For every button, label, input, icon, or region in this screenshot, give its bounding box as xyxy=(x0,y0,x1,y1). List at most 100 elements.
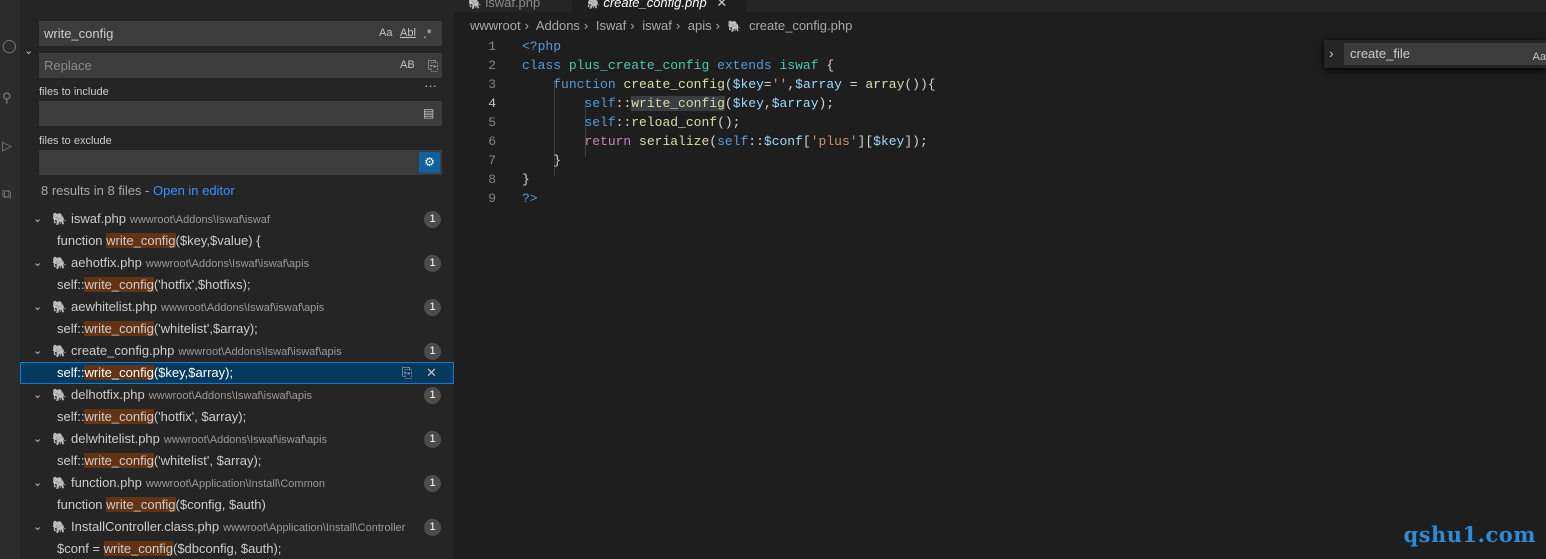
match-case-icon[interactable]: Aa xyxy=(1533,46,1546,68)
result-file-name: function.php wwwroot\Application\Install\… xyxy=(71,472,325,495)
result-file-row[interactable]: ⌄ 🐘 InstallController.class.php wwwroot\App… xyxy=(20,516,454,538)
tab-iswaf[interactable]: 🐘 iswaf.php xyxy=(468,0,540,12)
chevron-right-icon: › xyxy=(524,18,529,33)
source-control-icon[interactable]: ◯ xyxy=(2,38,18,54)
chevron-down-icon[interactable]: ⌄ xyxy=(33,296,42,318)
result-file-row[interactable]: ⌄ 🐘 delwhitelist.php wwwroot\Addons\Iswaf\i… xyxy=(20,428,454,450)
result-match-row[interactable]: self::write_config('hotfix', $array); xyxy=(20,406,454,428)
breadcrumb-item[interactable]: create_config.php xyxy=(749,18,852,33)
php-icon: 🐘 xyxy=(586,0,600,10)
chevron-down-icon[interactable]: ⌄ xyxy=(33,340,42,362)
php-icon: 🐘 xyxy=(52,476,67,490)
regex-icon[interactable]: .* xyxy=(423,21,432,46)
search-input[interactable]: write_config Aa Abl .* xyxy=(39,21,442,46)
match-text: self::write_config('hotfix',$hotfixs); xyxy=(57,274,251,296)
tab-bar: 🐘 iswaf.php 🐘 create_config.php ✕ xyxy=(454,0,1546,12)
file-path: wwwroot\Application\Install\Common xyxy=(145,478,325,490)
line-number: 3 xyxy=(488,77,496,92)
file-name: create_config.php xyxy=(71,343,175,358)
file-path: wwwroot\Addons\Iswaf\iswaf\apis xyxy=(161,302,325,314)
open-editors-only-icon[interactable]: ▤ xyxy=(423,101,434,126)
match-highlight: write_config xyxy=(103,541,173,556)
result-count-badge: 1 xyxy=(424,387,441,404)
debug-icon[interactable]: ⚲ xyxy=(2,90,18,106)
match-highlight: write_config xyxy=(84,453,154,468)
result-file-row[interactable]: ⌄ 🐘 aewhitelist.php wwwroot\Addons\Iswaf\is… xyxy=(20,296,454,318)
match-prefix: function xyxy=(57,497,107,512)
file-name: delhotfix.php xyxy=(71,387,145,402)
match-prefix: function xyxy=(57,233,107,248)
activity-bar: ◯ ⚲ ▷ ⧉ xyxy=(0,0,20,559)
php-icon: 🐘 xyxy=(52,520,67,534)
chevron-right-icon[interactable]: › xyxy=(1329,45,1334,61)
replace-icon[interactable]: ⎘ xyxy=(402,362,412,384)
open-in-editor-link[interactable]: Open in editor xyxy=(153,183,235,198)
result-file-row[interactable]: ⌄ 🐘 aehotfix.php wwwroot\Addons\Iswaf\iswaf… xyxy=(20,252,454,274)
breadcrumb-item[interactable]: iswaf xyxy=(642,18,672,33)
replace-placeholder: Replace xyxy=(44,58,92,73)
match-prefix: self:: xyxy=(57,409,85,424)
result-match-row[interactable]: self::write_config('whitelist', $array); xyxy=(20,450,454,472)
replace-all-icon[interactable]: ⎘ xyxy=(428,58,438,74)
chevron-down-icon[interactable]: ⌄ xyxy=(33,472,42,494)
toggle-replace-chevron-icon[interactable]: ⌄ xyxy=(24,44,33,57)
match-suffix: ($config, $auth) xyxy=(175,497,266,512)
match-case-icon[interactable]: Aa xyxy=(379,21,392,46)
result-match-row[interactable]: self::write_config('whitelist',$array); xyxy=(20,318,454,340)
result-count-badge: 1 xyxy=(424,299,441,316)
files-to-exclude-input[interactable]: ⚙ xyxy=(39,150,442,175)
result-match-row[interactable]: $conf = write_config($dbconfig, $auth); xyxy=(20,538,454,559)
find-input[interactable]: create_file Aa xyxy=(1344,43,1546,65)
file-name: aewhitelist.php xyxy=(71,299,157,314)
php-icon: 🐘 xyxy=(52,388,67,402)
search-sidebar: ⌄ write_config Aa Abl .* Replace AB ⎘ fi… xyxy=(20,0,454,559)
close-tab-icon[interactable]: ✕ xyxy=(716,0,727,10)
chevron-down-icon[interactable]: ⌄ xyxy=(33,208,42,230)
chevron-down-icon[interactable]: ⌄ xyxy=(33,252,42,274)
find-input-text: create_file xyxy=(1350,46,1410,61)
dismiss-icon[interactable]: ✕ xyxy=(426,362,437,384)
whole-word-icon[interactable]: Abl xyxy=(400,21,416,46)
result-match-row[interactable]: self::write_config($key,$array); ⎘ ✕ xyxy=(20,362,454,384)
file-path: wwwroot\Application\Install\Controller xyxy=(223,522,406,534)
breadcrumb-item[interactable]: wwwroot xyxy=(470,18,521,33)
file-name: iswaf.php xyxy=(71,211,126,226)
result-match-row[interactable]: function write_config($config, $auth) xyxy=(20,494,454,516)
file-path: wwwroot\Addons\Iswaf\iswaf\apis xyxy=(163,434,328,446)
line-number: 1 xyxy=(488,39,496,54)
run-icon[interactable]: ▷ xyxy=(2,138,18,154)
editor[interactable]: wwwroot › Addons › Iswaf › iswaf › apis › 🐘 c… xyxy=(454,12,1546,559)
breadcrumb: wwwroot › Addons › Iswaf › iswaf › apis › 🐘 c… xyxy=(470,18,856,36)
breadcrumb-item[interactable]: Iswaf xyxy=(596,18,626,33)
result-file-name: aewhitelist.php wwwroot\Addons\Iswaf\iswa… xyxy=(71,296,324,319)
file-path: wwwroot\Addons\Iswaf\iswaf xyxy=(129,214,270,226)
php-icon: 🐘 xyxy=(727,21,742,33)
result-file-row[interactable]: ⌄ 🐘 iswaf.php wwwroot\Addons\Iswaf\iswaf 1 xyxy=(20,208,454,230)
result-file-row[interactable]: ⌄ 🐘 delhotfix.php wwwroot\Addons\Iswaf\iswa… xyxy=(20,384,454,406)
php-icon: 🐘 xyxy=(52,300,67,314)
result-file-row[interactable]: ⌄ 🐘 create_config.php wwwroot\Addons\Iswaf\… xyxy=(20,340,454,362)
match-prefix: self:: xyxy=(57,277,85,292)
result-match-row[interactable]: function write_config($key,$value) { xyxy=(20,230,454,252)
match-highlight: write_config xyxy=(106,233,176,248)
php-icon: 🐘 xyxy=(52,432,67,446)
preserve-case-icon[interactable]: AB xyxy=(400,53,415,78)
more-options-icon[interactable]: ··· xyxy=(424,78,437,93)
extensions-icon[interactable]: ⧉ xyxy=(2,186,18,202)
use-exclude-settings-icon[interactable]: ⚙ xyxy=(419,152,440,173)
line-number: 4 xyxy=(488,96,496,111)
match-highlight: write_config xyxy=(84,365,154,380)
chevron-down-icon[interactable]: ⌄ xyxy=(33,516,42,538)
breadcrumb-item[interactable]: apis xyxy=(688,18,712,33)
replace-input[interactable]: Replace AB xyxy=(39,53,442,78)
chevron-down-icon[interactable]: ⌄ xyxy=(33,428,42,450)
result-file-row[interactable]: ⌄ 🐘 function.php wwwroot\Application\Instal… xyxy=(20,472,454,494)
files-to-include-input[interactable]: ▤ xyxy=(39,101,442,126)
line-number: 7 xyxy=(488,153,496,168)
breadcrumb-item[interactable]: Addons xyxy=(536,18,580,33)
chevron-down-icon[interactable]: ⌄ xyxy=(33,384,42,406)
file-path: wwwroot\Addons\Iswaf\iswaf\apis xyxy=(178,346,342,358)
result-match-row[interactable]: self::write_config('hotfix',$hotfixs); xyxy=(20,274,454,296)
files-to-include-label: files to include xyxy=(39,86,109,98)
tab-create-config[interactable]: 🐘 create_config.php ✕ xyxy=(572,0,746,12)
